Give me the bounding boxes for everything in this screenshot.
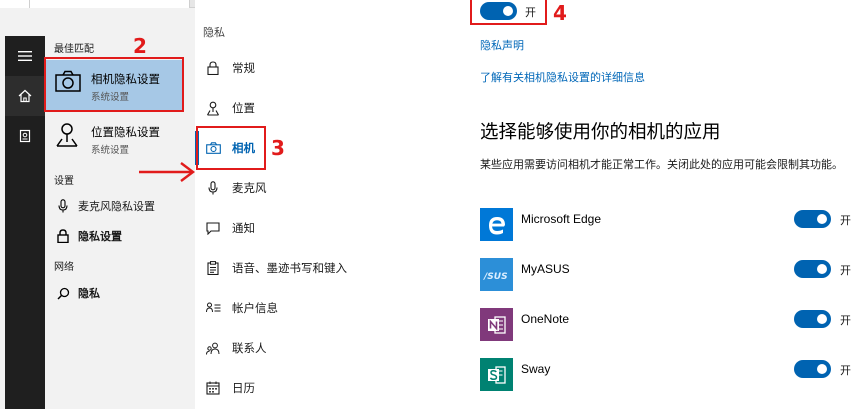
nav-item-label: 麦克风 [232,181,267,195]
result-subtitle: 系统设置 [91,145,130,156]
home-icon [18,89,32,103]
lock-icon [205,60,221,76]
hamburger-menu-icon [18,51,32,61]
app-name: Sway [521,362,551,376]
nav-item-general[interactable]: 常规 [195,50,468,86]
app-row-myasus: /SUS MyASUS 开 [480,258,860,296]
onenote-icon [480,308,513,341]
nav-item-calendar[interactable]: 日历 [195,370,468,406]
window-tab[interactable] [0,0,30,8]
notification-icon [205,220,221,236]
result-microphone-privacy[interactable]: 麦克风隐私设置 [45,195,195,217]
group-label-network: 网络 [54,262,74,273]
nav-item-label: 常规 [232,61,255,75]
lock-icon [56,229,70,243]
result-privacy-settings[interactable]: 隐私设置 [45,225,195,247]
search-icon [56,286,70,300]
location-icon [56,123,78,147]
svg-text:/SUS: /SUS [483,272,508,281]
result-label: 隐私 [78,287,100,300]
result-label: 隐私设置 [78,230,122,243]
privacy-navigation: 隐私 常规 位置 相机 麦克风 通知 语音、墨迹书写和键入 帐户信息 联系人 日… [195,0,468,409]
home-button[interactable] [5,76,45,116]
nav-item-contacts[interactable]: 联系人 [195,330,468,366]
group-label-best-match: 最佳匹配 [54,44,94,55]
learn-more-camera-privacy-link[interactable]: 了解有关相机隐私设置的详细信息 [480,69,645,85]
app-toggle-state: 开 [840,364,851,377]
nav-item-label: 帐户信息 [232,301,278,315]
nav-item-label: 语音、墨迹书写和键入 [232,261,347,275]
group-label-settings: 设置 [54,176,74,187]
section-description: 某些应用需要访问相机才能正常工作。关闭此处的应用可能会限制其功能。 [480,158,843,171]
app-row-sway: Sway 开 [480,358,860,396]
result-label: 麦克风隐私设置 [78,200,155,213]
microphone-icon [205,180,221,196]
app-toggle-sway[interactable] [794,360,831,378]
app-toggle-state: 开 [840,314,851,327]
clipboard-icon [205,260,221,276]
nav-item-label: 联系人 [232,341,267,355]
app-toggle-state: 开 [840,264,851,277]
hamburger-menu-button[interactable] [5,36,45,76]
account-info-icon [205,300,221,316]
annotation-number-step-3: 3 [271,136,285,160]
nav-item-label: 通知 [232,221,255,235]
privacy-statement-link[interactable]: 隐私声明 [480,37,524,53]
microphone-icon [56,199,70,213]
result-title: 位置隐私设置 [91,125,160,139]
annotation-box-step-4 [470,0,547,25]
annotation-box-step-2 [44,57,184,112]
app-toggle-myasus[interactable] [794,260,831,278]
location-icon [205,100,221,116]
start-side-rail [5,36,45,409]
app-row-onenote: OneNote 开 [480,308,860,346]
notebook-icon [19,129,31,143]
app-name: OneNote [521,312,570,326]
nav-item-account-info[interactable]: 帐户信息 [195,290,468,326]
window-tab[interactable] [30,0,190,8]
app-toggle-state: 开 [840,214,851,227]
app-toggle-onenote[interactable] [794,310,831,328]
app-toggle-microsoft-edge[interactable] [794,210,831,228]
nav-item-label: 位置 [232,101,255,115]
asus-icon: /SUS [480,258,513,291]
nav-item-label: 日历 [232,381,255,395]
window-tab-strip [0,0,195,8]
result-location-privacy[interactable]: 位置隐私设置 系统设置 [45,116,195,160]
edge-icon [480,208,513,241]
sway-icon [480,358,513,391]
annotation-number-step-4: 4 [553,1,567,25]
nav-item-location[interactable]: 位置 [195,90,468,126]
nav-section-title: 隐私 [203,26,225,39]
section-title: 选择能够使用你的相机的应用 [480,122,721,143]
app-name: Microsoft Edge [521,212,602,226]
contacts-icon [205,340,221,356]
nav-item-speech-inking-typing[interactable]: 语音、墨迹书写和键入 [195,250,468,286]
calendar-icon [205,380,221,396]
annotation-arrow-icon [139,162,195,182]
app-row-microsoft-edge: Microsoft Edge 开 [480,208,860,246]
app-name: MyASUS [521,262,570,276]
camera-settings-content: 开 隐私声明 了解有关相机隐私设置的详细信息 选择能够使用你的相机的应用 某些应… [468,0,861,409]
annotation-number-step-2: 2 [133,34,147,58]
annotation-box-step-3 [196,126,266,170]
nav-item-notifications[interactable]: 通知 [195,210,468,246]
notebook-button[interactable] [5,116,45,156]
nav-item-microphone[interactable]: 麦克风 [195,170,468,206]
result-web-privacy[interactable]: 隐私 [45,282,195,304]
